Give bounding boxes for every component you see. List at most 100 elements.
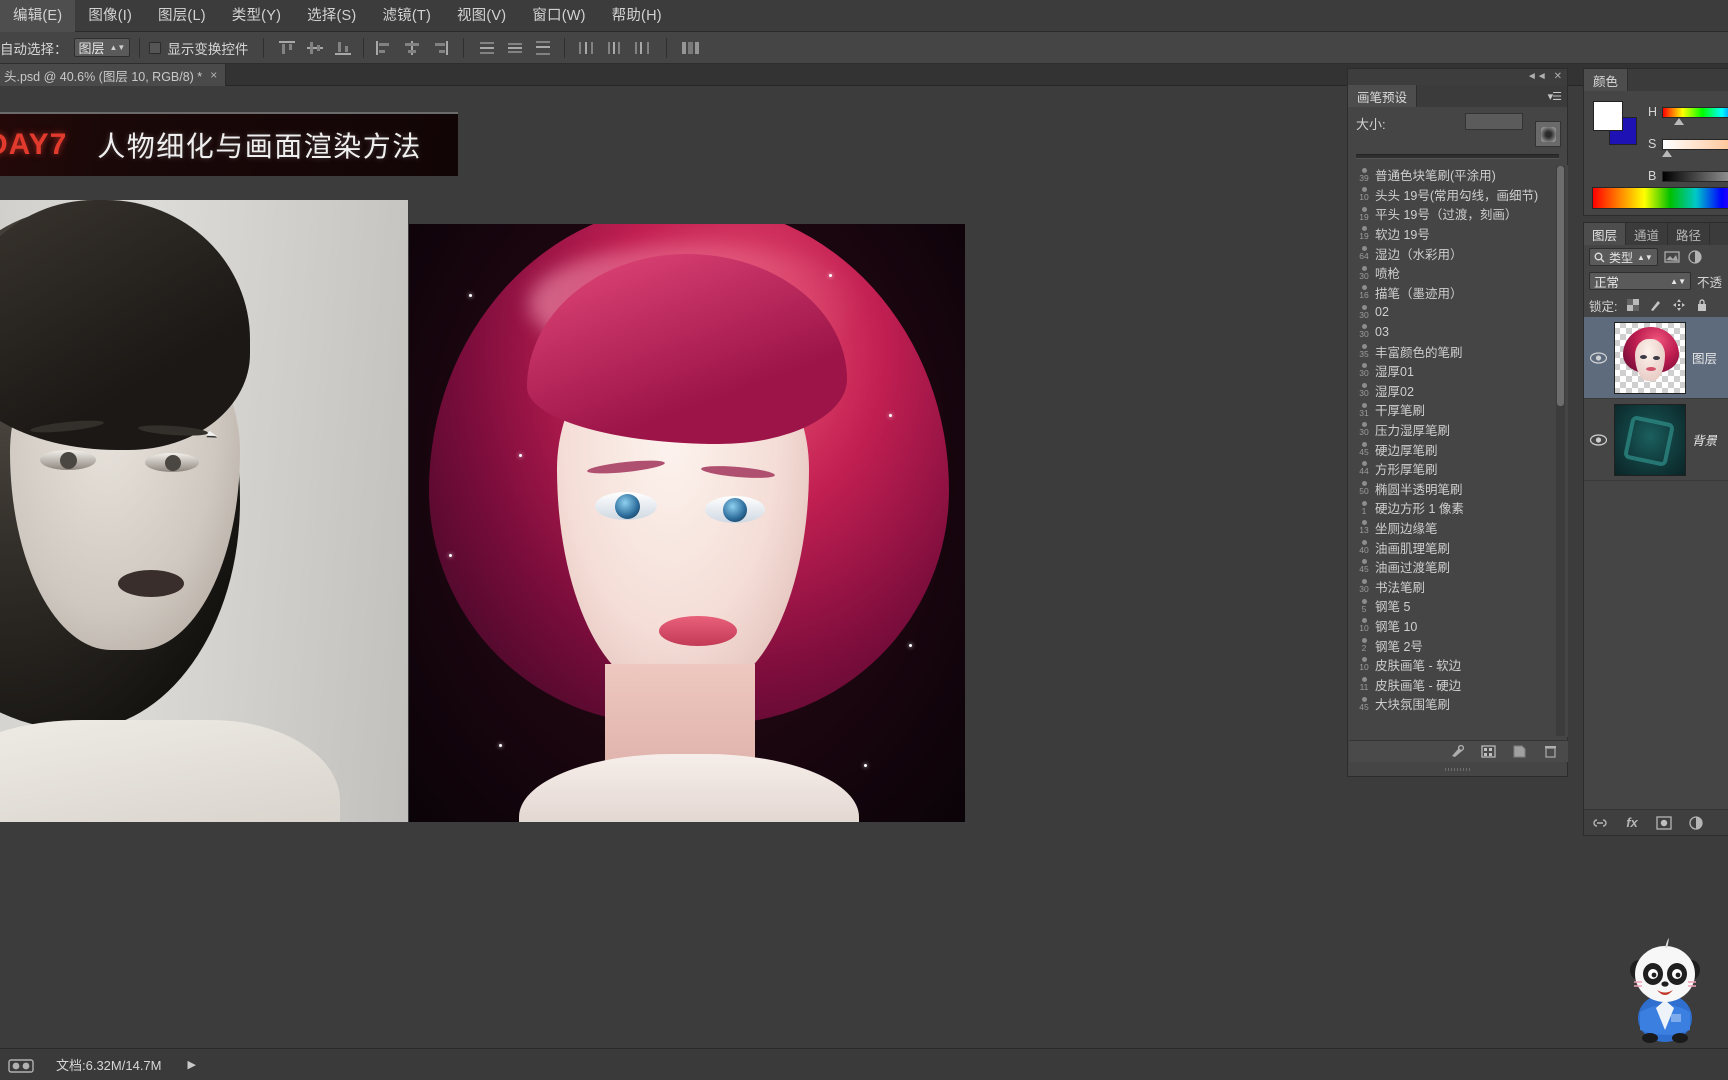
tab-channels[interactable]: 通道 (1626, 223, 1669, 245)
layer-filter-kind-dropdown[interactable]: 类型 ▲▼ (1589, 248, 1658, 266)
brush-preset-item[interactable]: 19 软边 19号 (1349, 224, 1568, 244)
filter-pixel-layers-icon[interactable] (1664, 249, 1681, 266)
layer-row[interactable]: 背景 (1584, 399, 1728, 481)
brush-preset-item[interactable]: 45 硬边厚笔刷 (1349, 439, 1568, 459)
menu-layer[interactable]: 图层(L) (145, 0, 219, 32)
menu-filter[interactable]: 滤镜(T) (369, 0, 444, 32)
collapse-icon[interactable]: ◄◄ (1527, 72, 1547, 82)
brush-preset-item[interactable]: 19 平头 19号（过渡，刻画） (1349, 204, 1568, 224)
brush-list-scrollbar[interactable] (1556, 166, 1565, 736)
lock-image-pixels-icon[interactable] (1649, 298, 1663, 312)
status-expand-icon[interactable]: ▶ (188, 1058, 196, 1071)
distribute-horizontal-centers-icon[interactable] (603, 38, 625, 58)
color-spectrum-strip[interactable] (1592, 187, 1728, 209)
tab-brush-presets[interactable]: 画笔预设 (1348, 85, 1418, 107)
layer-style-icon[interactable]: fx (1624, 815, 1640, 831)
brush-preset-item[interactable]: 30 喷枪 (1349, 263, 1568, 283)
lock-all-icon[interactable] (1695, 298, 1709, 312)
align-left-edges-icon[interactable] (373, 38, 395, 58)
distribute-bottom-edges-icon[interactable] (532, 38, 554, 58)
filter-adjustment-layers-icon[interactable] (1687, 249, 1704, 266)
distribute-right-edges-icon[interactable] (631, 38, 653, 58)
close-icon[interactable]: × (210, 68, 217, 82)
blend-mode-dropdown[interactable]: 正常 ▲▼ (1589, 272, 1691, 290)
lock-transparent-pixels-icon[interactable] (1626, 298, 1640, 312)
align-bottom-edges-icon[interactable] (332, 38, 354, 58)
saturation-slider[interactable] (1662, 138, 1728, 150)
adjustment-layer-icon[interactable] (1688, 815, 1704, 831)
brush-preset-item[interactable]: 31 干厚笔刷 (1349, 400, 1568, 420)
brush-preset-item[interactable]: 1 硬边方形 1 像素 (1349, 498, 1568, 518)
saturation-slider-thumb[interactable] (1662, 149, 1672, 157)
brush-size-slider[interactable] (1356, 154, 1559, 159)
align-right-edges-icon[interactable] (429, 38, 451, 58)
menu-image[interactable]: 图像(I) (75, 0, 145, 32)
hue-slider[interactable] (1662, 106, 1728, 118)
layer-row-list[interactable]: 图层 背景 (1584, 317, 1728, 481)
document-canvas[interactable]: DAY7 人物细化与画面渲染方法 (0, 86, 1030, 886)
menu-view[interactable]: 视图(V) (444, 0, 519, 32)
brush-preset-item[interactable]: 64 湿边（水彩用） (1349, 243, 1568, 263)
link-layers-icon[interactable] (1592, 815, 1608, 831)
brush-preset-item[interactable]: 45 油画过渡笔刷 (1349, 557, 1568, 577)
menu-edit[interactable]: 编辑(E) (0, 0, 76, 32)
brush-preset-item[interactable]: 40 油画肌理笔刷 (1349, 537, 1568, 557)
distribute-left-edges-icon[interactable] (575, 38, 597, 58)
layer-thumbnail[interactable] (1614, 403, 1686, 476)
layer-row[interactable]: 图层 (1584, 317, 1728, 399)
brush-preset-item[interactable]: 30 压力湿厚笔刷 (1349, 420, 1568, 440)
brush-preset-item[interactable]: 35 丰富颜色的笔刷 (1349, 341, 1568, 361)
hue-slider-thumb[interactable] (1674, 117, 1684, 125)
brush-preset-item[interactable]: 39 普通色块笔刷(平涂用) (1349, 165, 1568, 185)
lock-position-icon[interactable] (1672, 298, 1686, 312)
tab-layers[interactable]: 图层 (1584, 223, 1627, 245)
layer-visibility-eye-icon[interactable] (1588, 351, 1608, 364)
brush-preset-item[interactable]: 30 03 (1349, 322, 1568, 342)
menu-window[interactable]: 窗口(W) (519, 0, 598, 32)
foreground-color-swatch[interactable] (1593, 101, 1623, 131)
brush-preset-item[interactable]: 10 头头 19号(常用勾线，画细节) (1349, 185, 1568, 205)
brush-preset-item[interactable]: 30 书法笔刷 (1349, 576, 1568, 596)
delete-preset-icon[interactable] (1543, 744, 1558, 759)
panel-resize-grip[interactable] (1348, 763, 1567, 776)
layer-thumbnail[interactable] (1614, 321, 1686, 394)
menu-type[interactable]: 类型(Y) (219, 0, 294, 32)
brush-preset-item[interactable]: 10 皮肤画笔 - 软边 (1349, 655, 1568, 675)
tab-color[interactable]: 颜色 (1584, 69, 1629, 91)
layer-visibility-eye-icon[interactable] (1588, 433, 1608, 446)
menu-select[interactable]: 选择(S) (294, 0, 369, 32)
brush-preset-item[interactable]: 50 椭圆半透明笔刷 (1349, 479, 1568, 499)
auto-select-dropdown[interactable]: 图层 ▲▼ (73, 38, 131, 57)
brush-preset-item[interactable]: 44 方形厚笔刷 (1349, 459, 1568, 479)
brush-preset-item[interactable]: 30 湿厚01 (1349, 361, 1568, 381)
brush-preset-item[interactable]: 16 描笔（墨迹用） (1349, 283, 1568, 303)
distribute-vertical-centers-icon[interactable] (504, 38, 526, 58)
align-top-edges-icon[interactable] (276, 38, 298, 58)
distribute-top-edges-icon[interactable] (476, 38, 498, 58)
brush-preset-item[interactable]: 13 坐厕边缘笔 (1349, 518, 1568, 538)
brush-preset-item[interactable]: 11 皮肤画笔 - 硬边 (1349, 674, 1568, 694)
brush-preset-item[interactable]: 45 大块氛围笔刷 (1349, 694, 1568, 714)
camera-icon[interactable] (8, 1056, 34, 1074)
brush-preset-item[interactable]: 10 钢笔 10 (1349, 616, 1568, 636)
brush-preset-item[interactable]: 5 钢笔 5 (1349, 596, 1568, 616)
preset-grid-icon[interactable] (1481, 744, 1496, 759)
new-brush-preset-icon[interactable] (1450, 744, 1465, 759)
brush-preset-item[interactable]: 30 02 (1349, 302, 1568, 322)
show-transform-checkbox[interactable] (149, 41, 162, 54)
brush-size-input[interactable] (1465, 113, 1523, 130)
menu-help[interactable]: 帮助(H) (599, 0, 675, 32)
brightness-slider[interactable] (1662, 170, 1728, 182)
new-preset-icon[interactable] (1512, 744, 1527, 759)
close-icon[interactable]: ✕ (1554, 72, 1562, 82)
brush-preset-list[interactable]: 39 普通色块笔刷(平涂用) 10 头头 19号(常用勾线，画细节) 19 平头 19号（… (1349, 165, 1568, 737)
auto-align-layers-icon[interactable] (680, 38, 702, 58)
tab-paths[interactable]: 路径 (1668, 223, 1711, 245)
document-tab[interactable]: 头.psd @ 40.6% (图层 10, RGB/8) * × (0, 64, 227, 86)
brush-preset-item[interactable]: 2 钢笔 2号 (1349, 635, 1568, 655)
layer-mask-icon[interactable] (1656, 815, 1672, 831)
align-horizontal-centers-icon[interactable] (401, 38, 423, 58)
panel-menu-icon[interactable]: ▾☰ (1548, 90, 1562, 103)
align-vertical-centers-icon[interactable] (304, 38, 326, 58)
brush-preset-item[interactable]: 30 湿厚02 (1349, 381, 1568, 401)
